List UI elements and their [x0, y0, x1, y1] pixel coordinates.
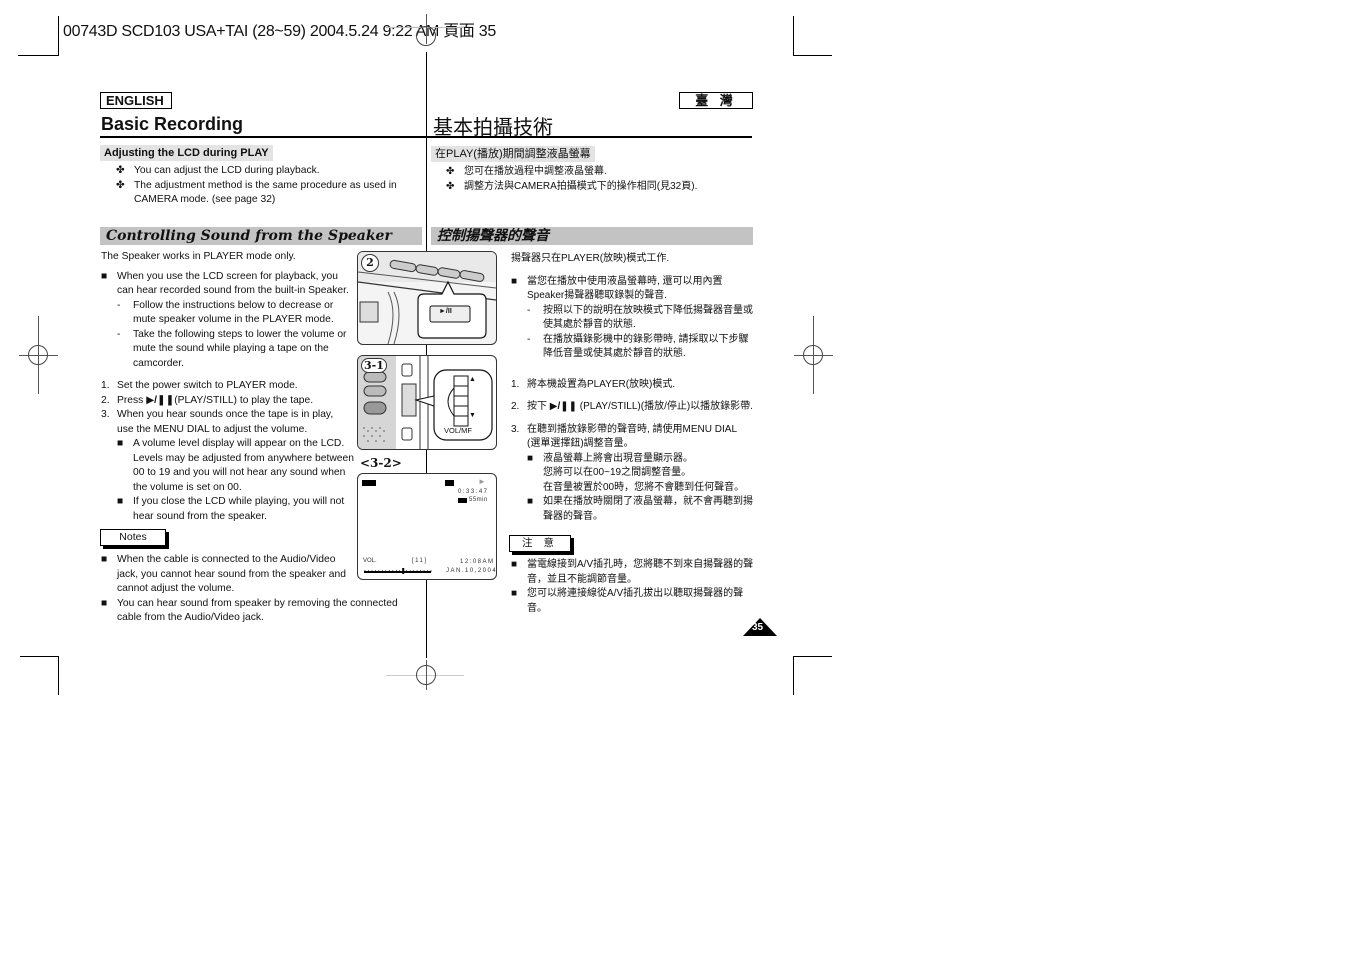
battery-icon [362, 480, 376, 486]
play-still-button-label: ►/II [439, 308, 452, 315]
tape-counter: 0:33:47 [458, 489, 489, 495]
figure-label: 2 [361, 254, 379, 272]
step-3: 3. When you hear sounds once the tape is… [101, 409, 334, 435]
volume-knob [402, 568, 405, 574]
figure-3-2-lcd-screen: ► 0:33:47 55min VOL. [11] 12:08AM JAN.10… [357, 473, 497, 580]
step-2: 2. Press ▶/❚❚(PLAY/STILL) to play the tap… [101, 394, 314, 406]
crop-mark [18, 55, 58, 56]
camcorder-top-illustration [358, 252, 496, 344]
section-band-speaker: Controlling Sound from the Speaker [100, 227, 422, 245]
title-rule [100, 136, 752, 138]
page-number: 35 [752, 622, 764, 633]
page-title-zh: 基本拍攝技術 [433, 117, 553, 139]
figure-label: 3-1 [361, 358, 387, 373]
volume-value: [11] [412, 558, 428, 564]
notes-label: Notes [100, 529, 166, 546]
section-heading-lcd-zh: 在PLAY(播放)期間調整液晶螢幕 [431, 146, 595, 162]
bullet-marker-icon: ✤ [116, 165, 125, 176]
notes-list-zh: ■ 當電線接到A/V插孔時，您將聽不到來自揚聲器的聲 音，並且不能調節音量。 ■ … [511, 559, 754, 614]
crop-mark [58, 16, 59, 56]
remaining-time: 55min [469, 497, 488, 503]
play-still-icon: ▶/❚❚ [549, 401, 578, 412]
section-heading-lcd: Adjusting the LCD during PLAY [100, 145, 273, 161]
figure-2-play-button: ►/II 2 [357, 251, 497, 345]
language-label-zh: 臺 灣 [679, 92, 753, 109]
step-1: 1. Set the power switch to PLAYER mode. [101, 380, 298, 391]
bullet-marker-icon: ✤ [116, 179, 125, 191]
figure-3-1-menu-dial: ▲ ▼ VOL/MF 3-1 [357, 355, 497, 450]
lcd-bullets: ✤ You can adjust the LCD during playback.… [116, 165, 397, 205]
crop-mark [793, 656, 832, 657]
crop-mark [58, 656, 59, 695]
step-1-zh: 1. 將本機設置為PLAYER(放映)模式. [511, 378, 676, 390]
remaining-tape-icon [458, 498, 467, 503]
dial-down-icon: ▼ [469, 412, 476, 419]
section-band-speaker-zh: 控制揚聲器的聲音 [431, 227, 753, 245]
crop-mark [793, 55, 832, 56]
step-3-zh: 3. 在聽到播放錄影帶的聲音時, 請使用MENU DIAL (選單選擇鈕)調整音量… [511, 423, 738, 450]
play-indicator-icon: ► [478, 477, 486, 486]
speaker-body-zh: 揚聲器只在PLAYER(放映)模式工作. ■ 當您在播放中使用液晶螢幕時, 還可… [511, 252, 761, 524]
lcd-time: 12:08AM [460, 559, 495, 565]
crop-mark [20, 656, 59, 657]
dial-up-icon: ▲ [469, 376, 476, 383]
volume-label: VOL. [363, 558, 377, 564]
crop-mark [793, 16, 794, 56]
notes-label-zh: 注 意 [509, 535, 571, 552]
play-still-icon: ▶/❚❚ [146, 394, 175, 406]
dial-label: VOL/MF [444, 426, 472, 435]
figure-3-2-label: <3-2> [360, 456, 402, 470]
speaker-body: The Speaker works in PLAYER mode only. ■… [101, 250, 357, 524]
language-label: ENGLISH [100, 92, 172, 109]
intro-text: The Speaker works in PLAYER mode only. [101, 251, 296, 262]
volume-bar [364, 568, 432, 574]
step-2-zh: 2. 按下 ▶/❚❚ (PLAY/STILL)(播放/停止)以播放錄影帶. [511, 401, 753, 412]
lcd-bullets-zh: ✤ 您可在播放過程中調整液晶螢幕. ✤ 調整方法與CAMERA拍攝模式下的操作相同(… [446, 166, 698, 192]
page-title: Basic Recording [101, 114, 244, 134]
lcd-date: JAN.10,2004 [446, 568, 497, 574]
tape-icon [445, 480, 454, 486]
crop-mark [793, 656, 794, 695]
